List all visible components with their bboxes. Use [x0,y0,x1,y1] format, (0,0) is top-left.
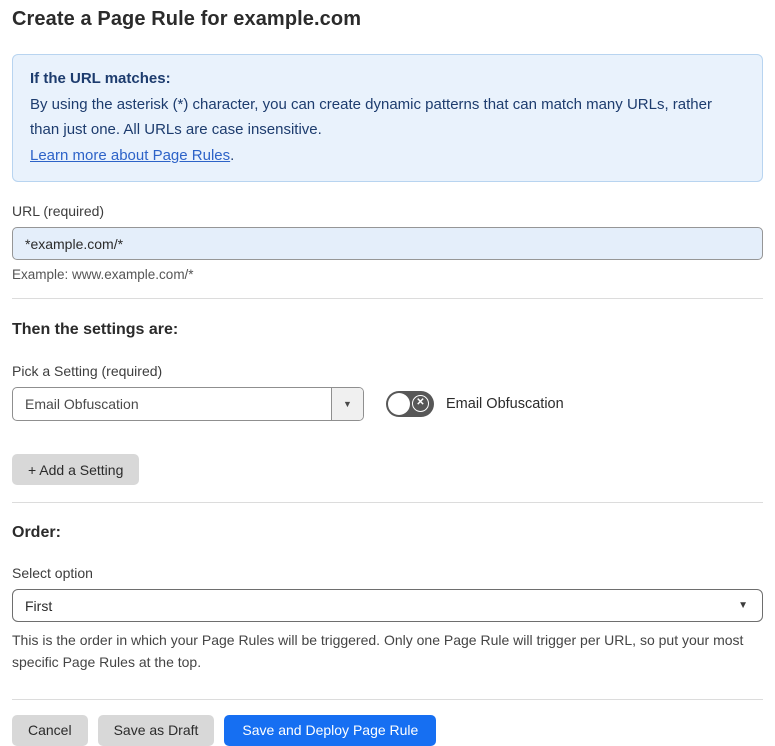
url-example-hint: Example: www.example.com/* [12,267,194,282]
toggle-label: Email Obfuscation [446,396,564,412]
order-select-value: First [25,597,53,614]
divider [12,698,763,700]
url-field-label: URL (required) [12,203,105,219]
divider [12,298,763,299]
settings-section-heading: Then the settings are: [12,321,179,338]
page-title: Create a Page Rule for example.com [12,8,362,30]
link-suffix: . [230,146,235,164]
order-help-text: This is the order in which your Page Rul… [12,632,744,671]
info-box-body: By using the asterisk (*) character, you… [30,95,712,139]
info-box-link-line: Learn more about Page Rules. [30,143,745,169]
select-option-label: Select option [12,565,93,581]
divider [12,502,763,503]
chevron-down-icon[interactable]: ▼ [331,388,363,420]
pick-setting-label: Pick a Setting (required) [12,363,163,379]
email-obfuscation-toggle[interactable]: ✕ [386,391,434,417]
email-obfuscation-toggle-group: ✕ Email Obfuscation [386,391,564,417]
toggle-off-x-icon: ✕ [412,395,429,412]
add-setting-button[interactable]: + Add a Setting [12,454,140,485]
save-as-draft-button[interactable]: Save as Draft [97,714,215,746]
order-section-heading: Order: [12,524,61,541]
order-select[interactable]: First ▼ [12,589,763,622]
save-and-deploy-button[interactable]: Save and Deploy Page Rule [224,714,437,746]
url-match-info-box: If the URL matches: By using the asteris… [12,54,763,182]
learn-more-link[interactable]: Learn more about Page Rules [30,147,230,164]
setting-row: Email Obfuscation ▼ ✕ Email Obfuscation [12,387,763,421]
setting-dropdown[interactable]: Email Obfuscation ▼ [12,387,364,421]
footer-actions: Cancel Save as Draft Save and Deploy Pag… [12,714,763,746]
toggle-knob [388,393,410,415]
setting-dropdown-value: Email Obfuscation [25,396,139,412]
url-input[interactable] [12,227,763,260]
chevron-down-icon: ▼ [738,600,748,611]
page-rule-form: Create a Page Rule for example.com If th… [0,8,775,746]
info-box-heading: If the URL matches: [30,70,171,87]
cancel-button[interactable]: Cancel [12,714,88,746]
